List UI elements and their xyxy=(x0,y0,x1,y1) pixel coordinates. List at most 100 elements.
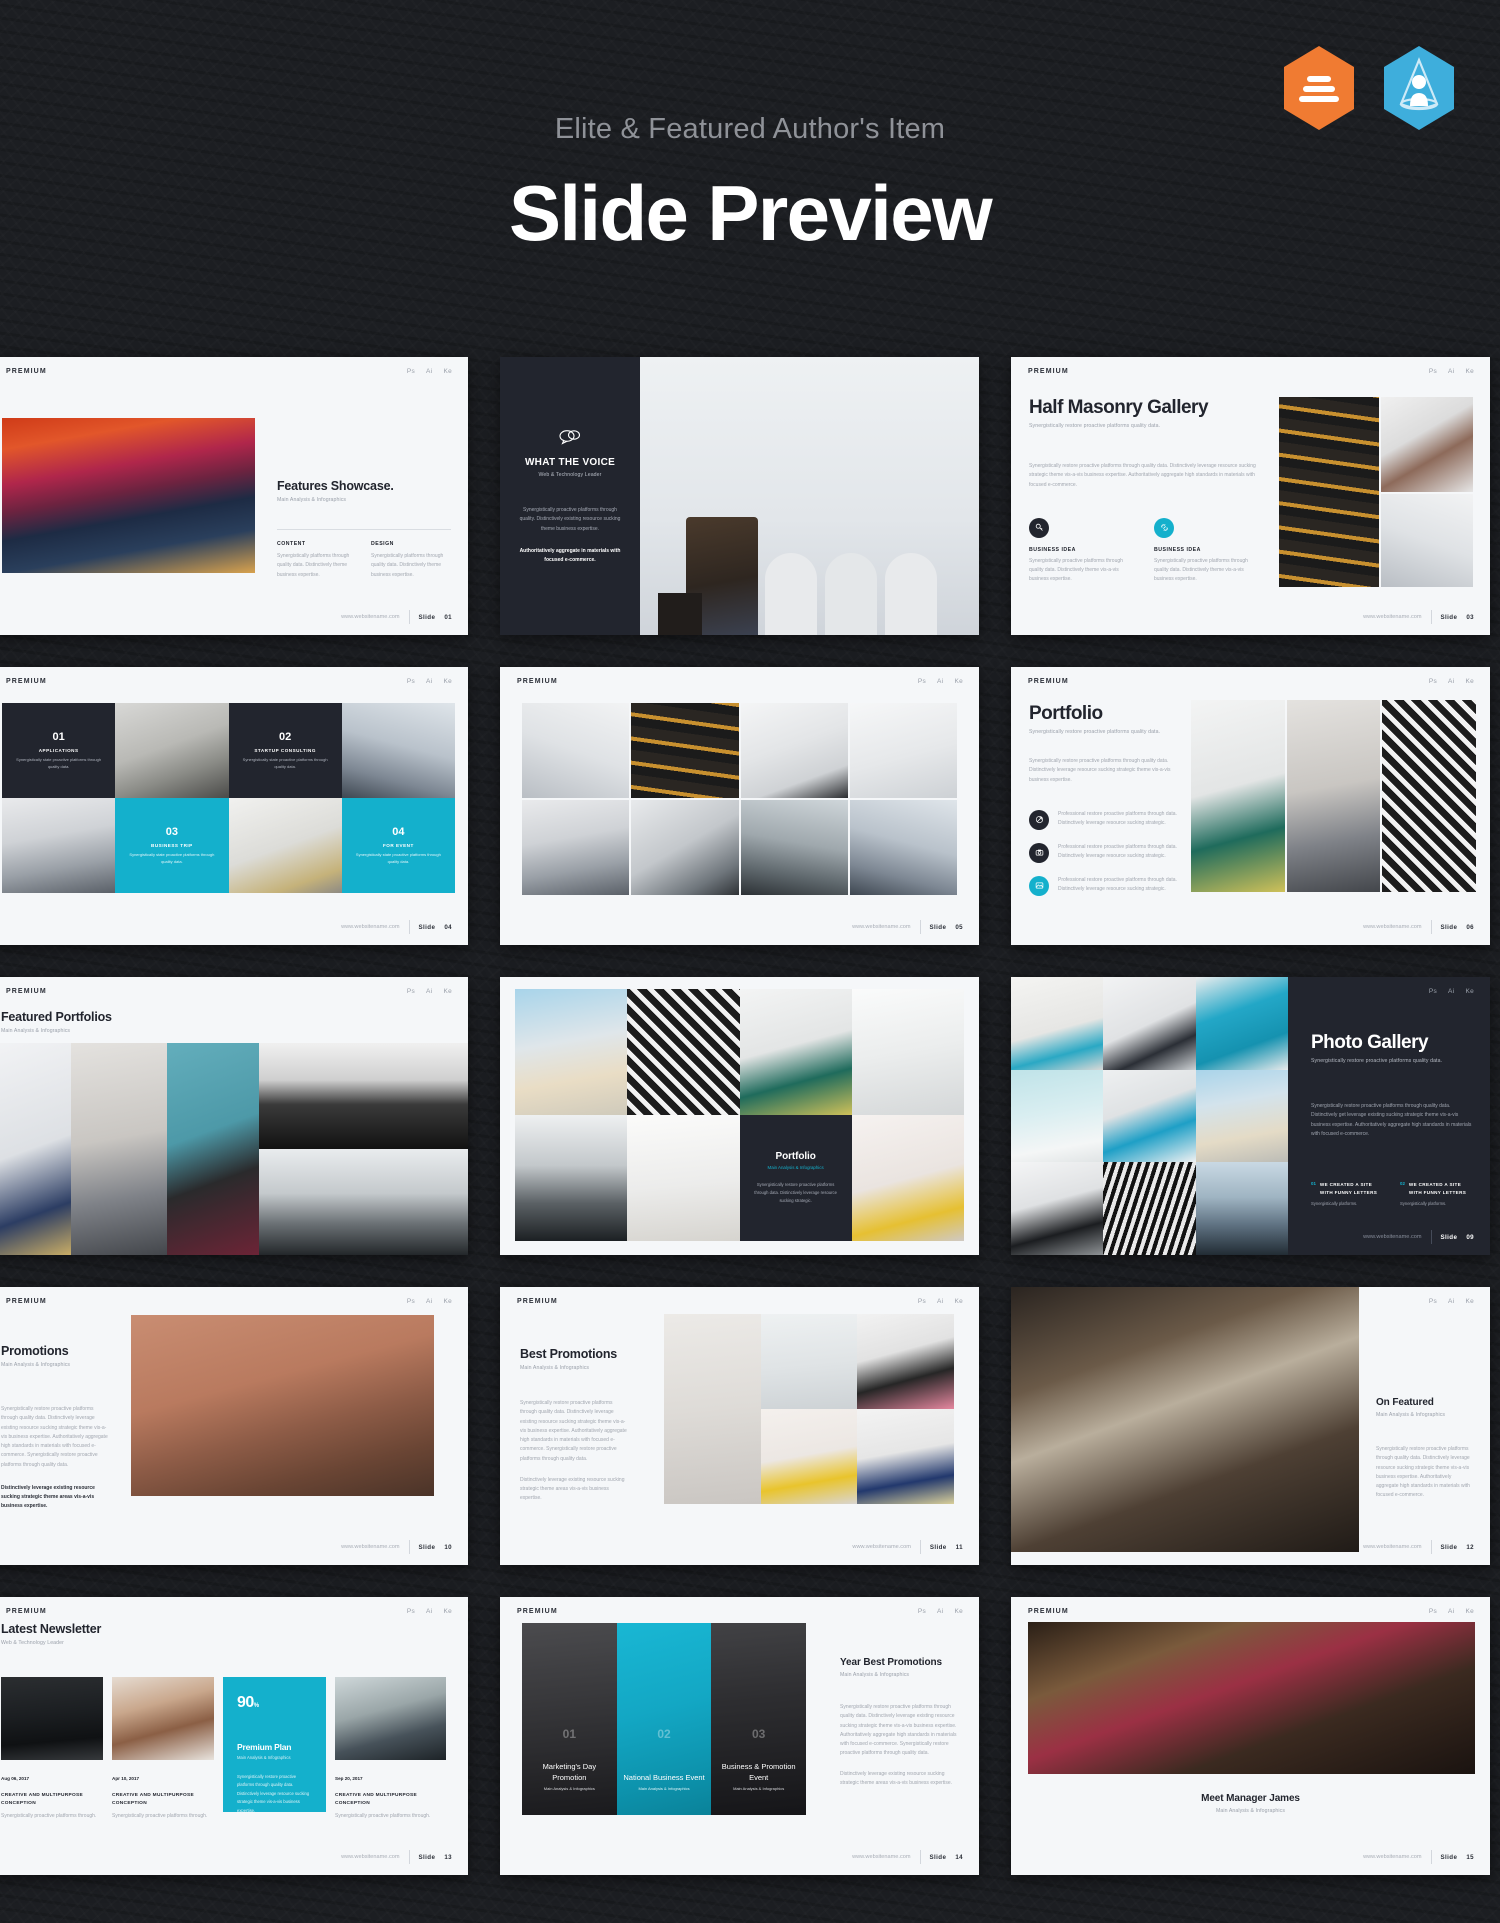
slide-thumbnail-11[interactable]: PREMIUM Ps Ai Ke Best Promotions Main An… xyxy=(500,1287,979,1565)
website-url: www.websitename.com xyxy=(341,924,400,930)
featured-author-badge[interactable] xyxy=(1380,44,1458,132)
ke-icon: Ke xyxy=(954,1298,963,1305)
ke-icon: Ke xyxy=(1465,1298,1474,1305)
bullet-number: 01 xyxy=(1311,1181,1316,1186)
ke-icon: Ke xyxy=(443,368,452,375)
feature-heading: BUSINESS IDEA xyxy=(1029,546,1076,553)
slide-app-icons: Ps Ai Ke xyxy=(407,1608,452,1615)
grid-cell[interactable]: 03 BUSINESS TRIP Synergistically state p… xyxy=(115,798,229,893)
grid-photo xyxy=(664,1314,761,1504)
list-item-body: Professional restore proactive platforms… xyxy=(1058,810,1177,826)
slide-thumbnail-15[interactable]: PREMIUM Ps Ai Ke Meet Manager James Main… xyxy=(1011,1597,1490,1875)
slide-thumbnail-14[interactable]: PREMIUM Ps Ai Ke 01 Marketing's Day Prom… xyxy=(500,1597,979,1875)
slide-footer: www.websitename.com Slide 05 xyxy=(852,920,963,934)
ps-icon: Ps xyxy=(1428,1298,1438,1305)
slide-app-icons: Ps Ai Ke xyxy=(1429,678,1474,685)
ai-icon: Ai xyxy=(1448,368,1455,375)
slide-thumbnail-7[interactable]: PREMIUM Ps Ai Ke Featured Portfolios Mai… xyxy=(0,977,468,1255)
grid-photo xyxy=(627,1115,740,1241)
slide-thumbnail-2[interactable]: WHAT THE VOICE Web & Technology Leader S… xyxy=(500,357,979,635)
news-card[interactable]: Aug 06, 2017 CREATIVE AND MULTIPURPOSE C… xyxy=(1,1677,103,1822)
cell-heading: FOR EVENT xyxy=(382,842,414,848)
ps-icon: Ps xyxy=(917,678,927,685)
slide-thumbnail-3[interactable]: PREMIUM Ps Ai Ke Half Masonry Gallery Sy… xyxy=(1011,357,1490,635)
ai-icon: Ai xyxy=(1448,1608,1455,1615)
grid-photo xyxy=(1195,1162,1288,1255)
cell-number: 03 xyxy=(165,825,178,838)
card-body: Synergistically proactive platforms thro… xyxy=(335,1813,431,1820)
news-card[interactable]: Sep 20, 2017 CREATIVE AND MULTIPURPOSE C… xyxy=(335,1677,446,1822)
grid-cell[interactable]: 04 FOR EVENT Synergistically state proac… xyxy=(341,798,455,893)
slide-footer: www.websitename.com Slide 01 xyxy=(341,610,452,624)
slide-app-icons: Ps Ai Ke xyxy=(1429,1298,1474,1305)
promo-columns: 01 Marketing's Day Promotion Main Analys… xyxy=(522,1623,807,1815)
ke-icon: Ke xyxy=(1465,368,1474,375)
camera-icon-badge xyxy=(1029,842,1049,863)
grid-photo xyxy=(857,1314,954,1409)
ke-icon: Ke xyxy=(954,678,963,685)
slide-subtitle: Main Analysis & Infographics xyxy=(840,1672,910,1678)
slide-thumbnail-6[interactable]: PREMIUM Ps Ai Ke Portfolio Synergistical… xyxy=(1011,667,1490,945)
slide-label: Slide xyxy=(1440,1853,1458,1861)
ke-icon: Ke xyxy=(443,988,452,995)
bullet-item[interactable]: 01 WE CREATED A SITE WITH FUNNY LETTERS … xyxy=(1311,1181,1386,1206)
slide-label: Slide xyxy=(1440,1543,1458,1551)
slide-title: Year Best Promotions xyxy=(840,1657,942,1668)
slide-thumbnail-10[interactable]: PREMIUM Ps Ai Ke Promotions Main Analysi… xyxy=(0,1287,468,1565)
slide-thumbnail-12[interactable]: Ps Ai Ke On Featured Main Analysis & Inf… xyxy=(1011,1287,1490,1565)
slide-thumbnail-8[interactable]: Portfolio Main Analysis & Infographics S… xyxy=(500,977,979,1255)
slide-thumbnail-13[interactable]: PREMIUM Ps Ai Ke Latest Newsletter Web &… xyxy=(0,1597,468,1875)
ke-icon: Ke xyxy=(1465,1608,1474,1615)
photo-grid xyxy=(664,1314,954,1504)
grid-photo xyxy=(515,1115,628,1241)
list-item[interactable]: Professional restore proactive platforms… xyxy=(1029,842,1184,863)
elite-badge-hexagon xyxy=(1284,46,1354,130)
slide-subtitle: Web & Technology Leader xyxy=(1,1640,64,1646)
photo-mosaic xyxy=(0,1043,468,1255)
cell-number: 04 xyxy=(392,825,405,838)
list-item[interactable]: Professional restore proactive platforms… xyxy=(1029,809,1184,830)
promo-column[interactable]: 01 Marketing's Day Promotion Main Analys… xyxy=(522,1623,617,1815)
slide-title: On Featured xyxy=(1376,1397,1434,1408)
promo-subtitle: Main Analysis & Infographics xyxy=(237,1755,291,1760)
slide-app-icons: Ps Ai Ke xyxy=(1429,368,1474,375)
promo-column[interactable]: 02 National Business Event Main Analysis… xyxy=(616,1623,712,1815)
ai-icon: Ai xyxy=(426,678,433,685)
list-item[interactable]: Professional restore proactive platforms… xyxy=(1029,875,1184,896)
featured-badge-hexagon xyxy=(1384,46,1454,130)
slide-thumbnail-5[interactable]: PREMIUM Ps Ai Ke www.websitename.com Sli… xyxy=(500,667,979,945)
grid-photo xyxy=(1195,977,1288,1070)
slide-number: 09 xyxy=(1466,1233,1474,1241)
bullet-item[interactable]: 02 WE CREATED A SITE WITH FUNNY LETTERS … xyxy=(1400,1181,1475,1206)
slide-number: 15 xyxy=(1466,1853,1474,1861)
feature-heading: BUSINESS IDEA xyxy=(1154,546,1201,553)
list-item-body: Professional restore proactive platforms… xyxy=(1058,843,1177,859)
slide-label: Slide xyxy=(418,1853,436,1861)
slide-thumbnail-9[interactable]: Ps Ai Ke Photo Gallery Synergistically r… xyxy=(1011,977,1490,1255)
overlay-card[interactable]: Portfolio Main Analysis & Infographics S… xyxy=(739,1115,852,1241)
slide-thumbnail-4[interactable]: PREMIUM Ps Ai Ke 01 APPLICATIONS Synergi… xyxy=(0,667,468,945)
grid-cell[interactable]: 02 STARTUP CONSULTING Synergistically st… xyxy=(228,703,342,798)
bullet-heading: WE CREATED A SITE WITH FUNNY LETTERS xyxy=(1319,1182,1378,1195)
cell-body: Synergistically state proactive platform… xyxy=(355,851,441,864)
grid-photo xyxy=(515,989,628,1115)
ke-icon: Ke xyxy=(1465,678,1474,685)
grid-cell[interactable]: 01 APPLICATIONS Synergistically state pr… xyxy=(2,703,116,798)
elite-author-badge[interactable] xyxy=(1280,44,1358,132)
ps-icon: Ps xyxy=(1428,368,1438,375)
slide-subtitle: Main Analysis & Infographics xyxy=(520,1365,590,1371)
promo-column[interactable]: 03 Business & Promotion Event Main Analy… xyxy=(711,1623,807,1815)
slide-title: Featured Portfolios xyxy=(1,1010,112,1024)
slide-app-icons: Ps Ai Ke xyxy=(918,678,963,685)
grid-photo xyxy=(522,703,630,798)
news-card[interactable]: Apr 10, 2017 CREATIVE AND MULTIPURPOSE C… xyxy=(112,1677,214,1822)
ps-icon: Ps xyxy=(406,988,416,995)
promo-card[interactable]: 90 % Premium Plan Main Analysis & Infogr… xyxy=(223,1677,326,1813)
slide-title: WHAT THE VOICE xyxy=(524,457,616,468)
promo-value: 90 xyxy=(237,1694,254,1711)
grid-photo xyxy=(740,800,848,895)
grid-photo xyxy=(1011,1162,1104,1255)
slide-body: Synergistically restore proactive platfo… xyxy=(840,1704,957,1757)
grid-photo xyxy=(627,989,740,1115)
slide-thumbnail-1[interactable]: PREMIUM Ps Ai Ke Features Showcase. Main… xyxy=(0,357,468,635)
